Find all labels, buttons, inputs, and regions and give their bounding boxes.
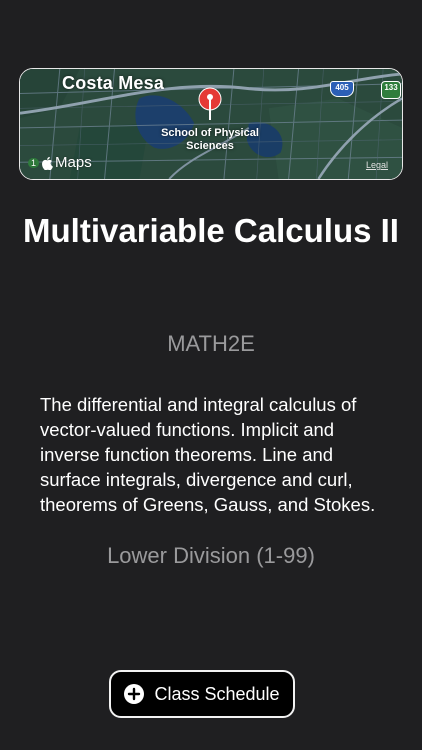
class-schedule-label: Class Schedule (154, 683, 280, 704)
course-code: MATH2E (167, 331, 255, 356)
location-pin-icon (198, 87, 222, 120)
map-poi-label: School of Physical Sciences (161, 127, 259, 152)
course-division: Lower Division (1-99) (107, 543, 315, 568)
class-schedule-button[interactable]: Class Schedule (109, 670, 295, 718)
course-title: Multivariable Calculus II (23, 212, 399, 249)
highway-405-shield: 405 (330, 81, 354, 97)
zoom-marker: 1 (28, 157, 40, 168)
plus-circle-icon (124, 684, 145, 704)
map-legal-link[interactable]: Legal (366, 160, 388, 170)
course-detail-screen: Costa Mesa School of Physical Sciences 4… (0, 0, 422, 750)
course-description: The differential and integral calculus o… (40, 394, 376, 515)
apple-logo-icon (42, 156, 53, 170)
maps-brand: 1 Maps (28, 154, 92, 171)
map-city-label: Costa Mesa (62, 73, 165, 93)
map-preview[interactable]: Costa Mesa School of Physical Sciences 4… (19, 68, 403, 180)
highway-133-shield: 133 (381, 81, 401, 99)
maps-brand-label: Maps (55, 154, 92, 171)
